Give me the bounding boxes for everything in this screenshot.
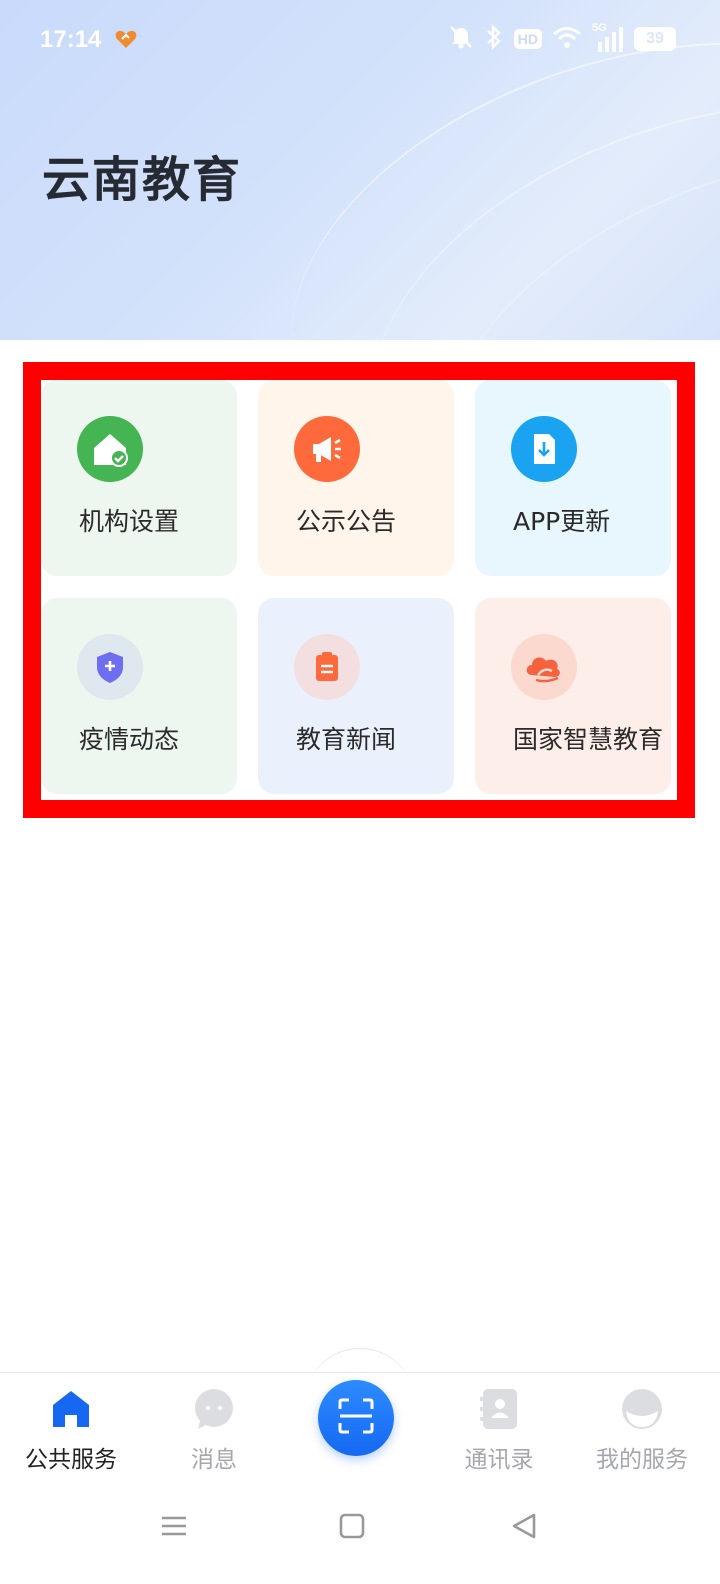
tile-label: 公示公告 <box>296 507 397 536</box>
nav-label: 公共服务 <box>25 1447 117 1473</box>
tile-label: APP更新 <box>513 507 611 536</box>
service-grid: 机构设置 公示公告 APP更新 疫情动态 教育新闻 国家智慧教育 <box>23 362 695 818</box>
tile-education-news[interactable]: 教育新闻 <box>258 598 454 794</box>
shield-plus-icon <box>77 634 143 700</box>
tile-epidemic-updates[interactable]: 疫情动态 <box>41 598 237 794</box>
back-triangle-icon[interactable] <box>510 1512 538 1544</box>
tile-app-update[interactable]: APP更新 <box>475 380 671 576</box>
tile-national-smart-education[interactable]: 国家智慧教育 <box>475 598 671 794</box>
hd-badge: HD <box>513 29 542 49</box>
wifi-icon <box>552 25 582 53</box>
status-time: 17:14 <box>40 26 102 53</box>
app-notification-icon <box>114 28 138 54</box>
clipboard-icon <box>294 634 360 700</box>
signal-icon: 5G <box>592 22 624 52</box>
cloud-book-icon <box>511 634 577 700</box>
status-icons: HD 5G 39 <box>448 22 676 54</box>
download-file-icon <box>511 416 577 482</box>
nav-label: 我的服务 <box>596 1447 688 1473</box>
mute-bell-icon <box>448 24 474 54</box>
house-check-icon <box>77 416 143 482</box>
system-nav-bar <box>0 1490 720 1584</box>
page-title: 云南教育 <box>42 152 243 208</box>
tile-public-notice[interactable]: 公示公告 <box>258 380 454 576</box>
bluetooth-icon <box>484 24 504 54</box>
nav-contacts[interactable]: 通讯录 <box>429 1386 569 1474</box>
tile-label: 国家智慧教育 <box>513 725 664 754</box>
nav-my-services[interactable]: 我的服务 <box>572 1386 712 1474</box>
megaphone-icon <box>294 416 360 482</box>
menu-icon[interactable] <box>160 1512 188 1544</box>
home-square-icon[interactable] <box>338 1512 366 1544</box>
tile-label: 教育新闻 <box>296 725 397 754</box>
scan-button[interactable] <box>318 1380 394 1456</box>
profile-icon <box>619 1386 665 1432</box>
scan-icon <box>336 1396 376 1440</box>
battery-indicator: 39 <box>634 27 676 51</box>
home-icon <box>48 1386 94 1432</box>
tile-label: 疫情动态 <box>79 725 180 754</box>
nav-label: 消息 <box>191 1447 237 1473</box>
nav-label: 通讯录 <box>464 1447 534 1473</box>
nav-public-services[interactable]: 公共服务 <box>1 1386 141 1474</box>
chat-icon <box>191 1386 237 1432</box>
nav-messages[interactable]: 消息 <box>144 1386 284 1474</box>
tile-institution-settings[interactable]: 机构设置 <box>41 380 237 576</box>
contacts-icon <box>476 1386 522 1432</box>
tile-label: 机构设置 <box>79 507 180 536</box>
status-bar: 17:14 HD 5G 39 <box>0 0 720 80</box>
